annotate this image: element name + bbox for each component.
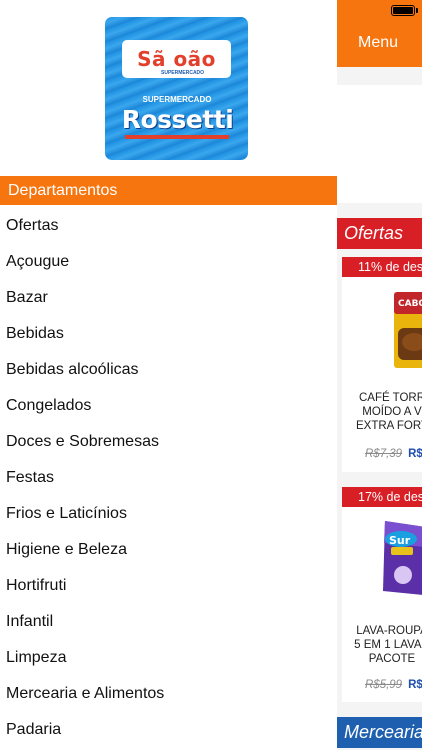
- department-item-bebidas[interactable]: Bebidas: [0, 316, 337, 352]
- old-price: R$5,99: [365, 679, 403, 691]
- menu-title[interactable]: Menu: [358, 34, 398, 52]
- price-line: R$7,39 R$: [365, 448, 422, 460]
- department-item-frios-laticinios[interactable]: Frios e Laticínios: [0, 496, 337, 532]
- section-header-ofertas[interactable]: Ofertas: [337, 218, 422, 249]
- logo-top-text: Sã oão: [137, 47, 216, 71]
- department-item-mercearia-alimentos[interactable]: Mercearia e Alimentos: [0, 676, 337, 712]
- departments-header: Departamentos: [0, 176, 337, 205]
- old-price: R$7,39: [365, 448, 403, 460]
- department-item-doces-sobremesas[interactable]: Doces e Sobremesas: [0, 424, 337, 460]
- navigation-drawer: Sã oão SUPERMERCADO SUPERMERCADO Rossett…: [0, 0, 337, 750]
- promo-banner[interactable]: [337, 85, 422, 203]
- product-name: CAFÉ TORR MOÍDO A V EXTRA FORT: [342, 391, 422, 433]
- new-price: R$: [408, 448, 422, 460]
- top-app-bar: Menu: [337, 0, 422, 67]
- svg-text:Sur: Sur: [389, 534, 411, 547]
- price-line: R$5,99 R$: [365, 679, 422, 691]
- detergent-package-image: Sur: [383, 521, 422, 595]
- discount-badge: 11% de des: [342, 257, 422, 277]
- department-item-festas[interactable]: Festas: [0, 460, 337, 496]
- main-content-peek: Menu Ofertas 11% de des CABOCL CAFÉ TORR…: [337, 0, 422, 750]
- department-item-padaria[interactable]: Padaria: [0, 712, 337, 748]
- product-card[interactable]: 17% de des Sur LAVA-ROUPA 5 EM 1 LAVAN P…: [342, 487, 422, 702]
- logo-underline: [125, 135, 229, 139]
- coffee-package-image: CABOCL: [394, 292, 422, 368]
- logo-main-text: Rossetti: [121, 104, 234, 134]
- product-name-line: PACOTE: [368, 653, 416, 665]
- app-screen: Sã oão SUPERMERCADO SUPERMERCADO Rossett…: [0, 0, 422, 750]
- departments-list: Ofertas Açougue Bazar Bebidas Bebidas al…: [0, 208, 337, 748]
- product-card[interactable]: 11% de des CABOCL CAFÉ TORR MOÍDO A V EX…: [342, 257, 422, 472]
- department-item-bazar[interactable]: Bazar: [0, 280, 337, 316]
- department-item-infantil[interactable]: Infantil: [0, 604, 337, 640]
- battery-icon: [391, 5, 415, 16]
- product-name-line: EXTRA FORT: [356, 420, 422, 432]
- department-item-congelados[interactable]: Congelados: [0, 388, 337, 424]
- store-logo: Sã oão SUPERMERCADO SUPERMERCADO Rossett…: [105, 17, 248, 160]
- department-item-acougue[interactable]: Açougue: [0, 244, 337, 280]
- department-item-ofertas[interactable]: Ofertas: [0, 208, 337, 244]
- department-item-higiene-beleza[interactable]: Higiene e Beleza: [0, 532, 337, 568]
- product-name-line: 5 EM 1 LAVAN: [354, 639, 422, 651]
- product-name: LAVA-ROUPA 5 EM 1 LAVAN PACOTE: [342, 624, 422, 666]
- department-item-hortifruti[interactable]: Hortifruti: [0, 568, 337, 604]
- product-name-line: MOÍDO A V: [362, 406, 422, 418]
- logo-top-subtitle: SUPERMERCADO: [161, 70, 205, 76]
- discount-badge: 17% de des: [342, 487, 422, 507]
- new-price: R$: [408, 679, 422, 691]
- svg-text:CABOCL: CABOCL: [398, 299, 422, 309]
- section-header-mercearia[interactable]: Mercearia: [337, 717, 422, 748]
- battery-tip: [416, 8, 418, 13]
- department-item-bebidas-alcoolicas[interactable]: Bebidas alcoólicas: [0, 352, 337, 388]
- product-name-line: LAVA-ROUPA: [356, 625, 422, 637]
- product-name-line: CAFÉ TORR: [358, 392, 422, 404]
- department-item-limpeza[interactable]: Limpeza: [0, 640, 337, 676]
